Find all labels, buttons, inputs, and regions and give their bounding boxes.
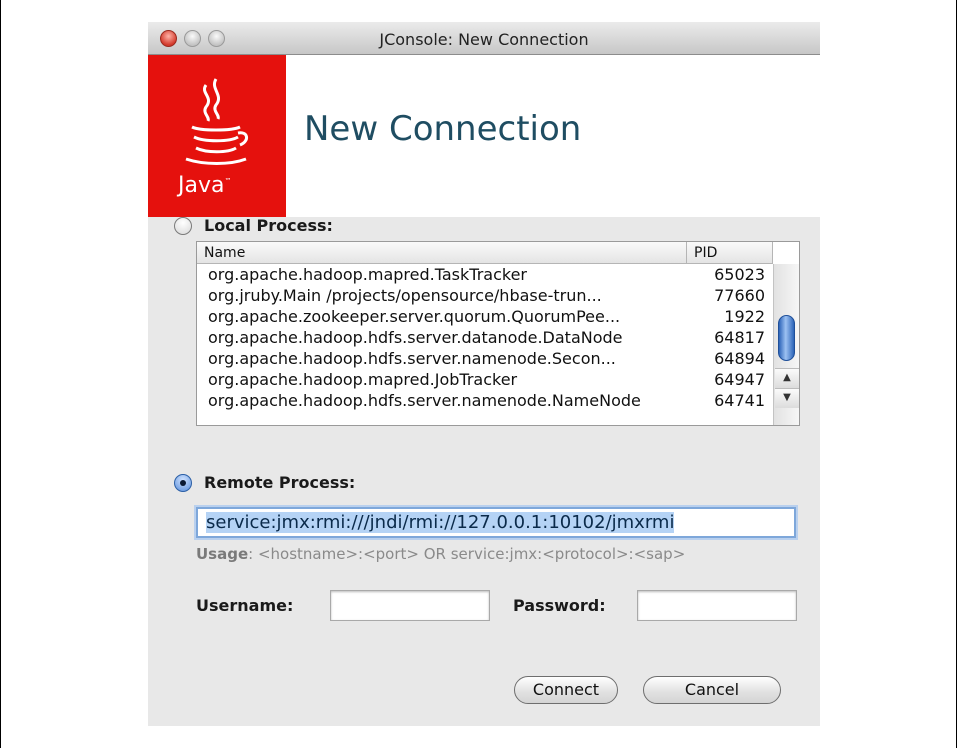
process-list: org.apache.hadoop.mapred.TaskTracker 6502… xyxy=(197,264,773,411)
java-wordmark: Java™ xyxy=(178,173,231,198)
java-logo: Java™ xyxy=(148,55,286,217)
username-field[interactable] xyxy=(330,590,490,621)
process-row[interactable]: org.jruby.Main /projects/opensource/hbas… xyxy=(197,285,773,306)
process-pid: 77660 xyxy=(714,286,765,305)
usage-hint: Usage: <hostname>:<port> OR service:jmx:… xyxy=(196,545,685,563)
window-title: JConsole: New Connection xyxy=(379,30,589,49)
process-pid: 65023 xyxy=(714,265,765,284)
vertical-scrollbar[interactable]: ▲ ▼ xyxy=(773,264,799,425)
scroll-down-button[interactable]: ▼ xyxy=(775,388,799,408)
remote-process-radio[interactable] xyxy=(174,474,192,492)
jconsole-window: JConsole: New Connection Java™ New Conne… xyxy=(148,22,820,726)
title-bar[interactable]: JConsole: New Connection xyxy=(148,22,820,55)
process-name: org.apache.hadoop.hdfs.server.namenode.N… xyxy=(208,391,641,410)
process-pid: 64947 xyxy=(714,370,765,389)
process-row[interactable]: org.apache.hadoop.mapred.TaskTracker 6502… xyxy=(197,264,773,285)
usage-text: : <hostname>:<port> OR service:jmx:<prot… xyxy=(248,545,686,563)
header-banner: Java™ New Connection xyxy=(148,55,820,217)
page-border-left xyxy=(0,0,1,748)
process-name: org.jruby.Main /projects/opensource/hbas… xyxy=(208,286,602,305)
usage-label: Usage xyxy=(196,545,249,563)
local-process-label[interactable]: Local Process: xyxy=(204,216,333,235)
column-header-name[interactable]: Name xyxy=(197,242,687,264)
process-row[interactable]: org.apache.hadoop.hdfs.server.namenode.S… xyxy=(197,348,773,369)
java-wordmark-text: Java xyxy=(178,173,225,198)
process-name: org.apache.hadoop.hdfs.server.namenode.S… xyxy=(208,349,616,368)
scrollbar-thumb[interactable] xyxy=(778,315,795,361)
remote-url-input[interactable]: service:jmx:rmi:///jndi/rmi://127.0.0.1:… xyxy=(196,507,796,538)
trademark-mark: ™ xyxy=(224,177,232,185)
process-name: org.apache.hadoop.mapred.TaskTracker xyxy=(208,265,527,284)
username-label: Username: xyxy=(196,596,294,615)
process-name: org.apache.zookeeper.server.quorum.Quoru… xyxy=(208,307,621,326)
remote-url-text: service:jmx:rmi:///jndi/rmi://127.0.0.1:… xyxy=(206,512,675,533)
process-pid: 64741 xyxy=(714,391,765,410)
process-row[interactable]: org.apache.zookeeper.server.quorum.Quoru… xyxy=(197,306,773,327)
process-pid: 64817 xyxy=(714,328,765,347)
remote-process-label[interactable]: Remote Process: xyxy=(204,473,355,492)
local-process-table[interactable]: Name PID org.apache.hadoop.mapred.TaskTr… xyxy=(196,241,800,426)
process-row[interactable]: org.apache.hadoop.hdfs.server.namenode.N… xyxy=(197,390,773,411)
connect-button[interactable]: Connect xyxy=(514,676,618,704)
password-field[interactable] xyxy=(637,590,797,621)
process-name: org.apache.hadoop.hdfs.server.datanode.D… xyxy=(208,328,623,347)
process-row[interactable]: org.apache.hadoop.mapred.JobTracker 64947 xyxy=(197,369,773,390)
process-row[interactable]: org.apache.hadoop.hdfs.server.datanode.D… xyxy=(197,327,773,348)
local-process-radio[interactable] xyxy=(174,217,192,235)
scroll-up-button[interactable]: ▲ xyxy=(775,368,799,388)
process-pid: 64894 xyxy=(714,349,765,368)
column-header-pid[interactable]: PID xyxy=(687,242,773,264)
password-label: Password: xyxy=(513,596,606,615)
cancel-button[interactable]: Cancel xyxy=(643,676,781,704)
dialog-heading: New Connection xyxy=(304,109,582,149)
process-name: org.apache.hadoop.mapred.JobTracker xyxy=(208,370,518,389)
process-pid: 1922 xyxy=(724,307,765,326)
